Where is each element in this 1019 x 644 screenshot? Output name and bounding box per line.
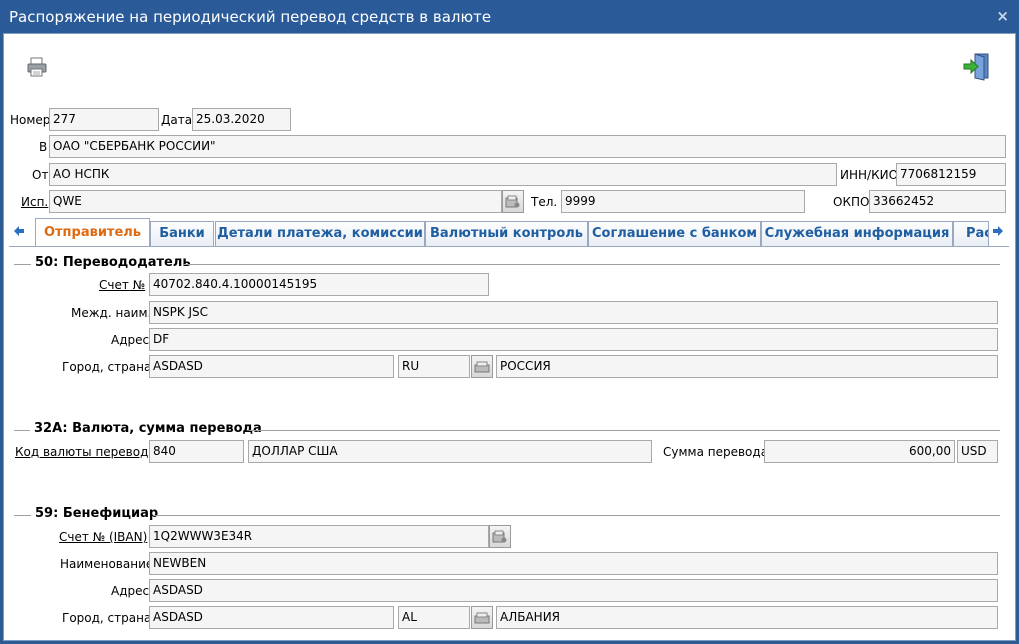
dialog-client-area: Номер 277 Дата 25.03.2020 В ОАО "СБЕРБАН… — [3, 33, 1016, 641]
sender-city-label: Город, страна — [62, 360, 152, 374]
beneficiary-city-label: Город, страна — [62, 611, 152, 625]
currency-code-field[interactable]: 840 — [149, 440, 244, 463]
sender-intl-name-label: Межд. наим. — [71, 306, 152, 320]
lookup-icon — [505, 195, 520, 207]
transfer-currency-field[interactable]: USD — [957, 440, 998, 463]
currency-code-label[interactable]: Код валюты перевода — [15, 445, 156, 459]
divider — [249, 430, 1000, 431]
exit-door-icon[interactable] — [962, 51, 992, 84]
phone-label: Тел. — [531, 195, 558, 209]
tab-payment-details[interactable]: Детали платежа, комиссии — [215, 221, 425, 246]
divider — [153, 515, 1000, 516]
executor-field[interactable]: QWE — [49, 190, 502, 213]
beneficiary-lookup-button[interactable] — [489, 525, 511, 548]
beneficiary-city-field[interactable]: ASDASD — [149, 606, 394, 629]
tab-scroll-right-icon[interactable] — [990, 220, 1006, 242]
sender-account-field[interactable]: 40702.840.4.10000145195 — [149, 273, 489, 296]
from-field[interactable]: АО НСПК — [49, 163, 837, 186]
beneficiary-address-field[interactable]: ASDASD — [149, 579, 998, 602]
inn-label: ИНН/КИО — [840, 168, 899, 182]
divider — [14, 515, 31, 516]
date-label: Дата — [161, 113, 193, 127]
tab-currency-control[interactable]: Валютный контроль — [425, 221, 588, 246]
tab-panel-sender: 50: Перевододатель Счет № 40702.840.4.10… — [9, 246, 1009, 640]
beneficiary-name-field[interactable]: NEWBEN — [149, 552, 998, 575]
date-field[interactable]: 25.03.2020 — [192, 108, 291, 131]
transfer-sum-label: Сумма перевода — [663, 445, 769, 459]
section-title-amount: 32A: Валюта, сумма перевода — [34, 421, 262, 436]
sender-address-label: Адрес — [111, 333, 150, 347]
tab-service-info[interactable]: Служебная информация — [761, 221, 953, 246]
tab-banks[interactable]: Банки — [150, 221, 214, 246]
divider — [14, 430, 30, 431]
section-title-sender: 50: Перевододатель — [35, 255, 191, 270]
lookup-icon — [474, 361, 490, 372]
beneficiary-address-label: Адрес — [111, 584, 150, 598]
transfer-sum-field[interactable]: 600,00 — [764, 440, 955, 463]
from-label: От — [32, 168, 49, 182]
recipient-bank-label: В — [39, 140, 48, 154]
beneficiary-account-label[interactable]: Счет № (IBAN) — [59, 530, 147, 544]
inn-field[interactable]: 7706812159 — [896, 163, 1006, 186]
window-title: Распоряжение на периодический перевод ср… — [9, 8, 492, 26]
sender-city-field[interactable]: ASDASD — [149, 355, 394, 378]
beneficiary-name-label: Наименование — [60, 557, 154, 571]
divider — [14, 264, 31, 265]
recipient-bank-field[interactable]: ОАО "СБЕРБАНК РОССИИ" — [49, 135, 1006, 158]
tab-scroll-left-icon[interactable] — [11, 220, 27, 242]
okpo-field[interactable]: 33662452 — [869, 190, 1006, 213]
sender-country-lookup-button[interactable] — [471, 355, 493, 378]
lookup-icon — [474, 612, 490, 623]
beneficiary-country-code-field[interactable]: AL — [398, 606, 470, 629]
lookup-icon — [492, 530, 507, 542]
tab-bar: Отправитель Банки Детали платежа, комисс… — [7, 218, 1011, 247]
divider — [183, 264, 1000, 265]
sender-country-code-field[interactable]: RU — [398, 355, 470, 378]
sender-account-label[interactable]: Счет № — [99, 278, 145, 292]
beneficiary-country-name-field[interactable]: АЛБАНИЯ — [496, 606, 998, 629]
number-label: Номер — [10, 113, 51, 127]
executor-lookup-button[interactable] — [502, 190, 524, 213]
printer-icon[interactable] — [26, 57, 48, 80]
tab-sender[interactable]: Отправитель — [35, 218, 150, 247]
tab-more[interactable]: Рас — [953, 221, 989, 246]
sender-intl-name-field[interactable]: NSPK JSC — [149, 301, 998, 324]
okpo-label: ОКПО — [833, 195, 870, 209]
window-titlebar: Распоряжение на периодический перевод ср… — [0, 0, 1019, 33]
tab-bank-agreement[interactable]: Соглашение с банком — [588, 221, 761, 246]
beneficiary-country-lookup-button[interactable] — [471, 606, 493, 629]
close-icon[interactable]: × — [996, 7, 1009, 25]
number-field[interactable]: 277 — [49, 108, 159, 131]
sender-address-field[interactable]: DF — [149, 328, 998, 351]
phone-field[interactable]: 9999 — [561, 190, 805, 213]
currency-name-field[interactable]: ДОЛЛАР США — [248, 440, 652, 463]
section-title-beneficiary: 59: Бенефициар — [35, 506, 159, 521]
executor-label[interactable]: Исп. — [21, 195, 48, 209]
beneficiary-account-field[interactable]: 1Q2WWW3E34R — [149, 525, 489, 548]
sender-country-name-field[interactable]: РОССИЯ — [496, 355, 998, 378]
